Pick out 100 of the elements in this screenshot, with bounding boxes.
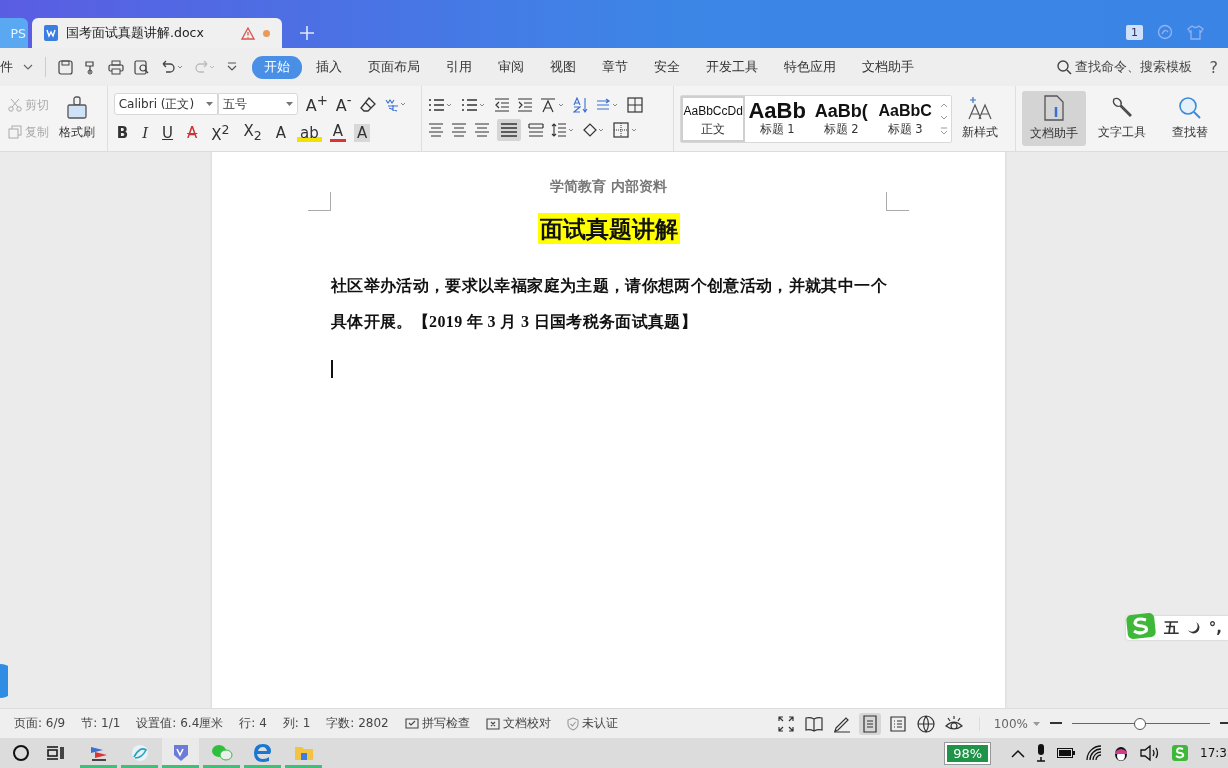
ribbon-tab[interactable]: 引用: [434, 55, 484, 79]
input-method-logo-icon: [1125, 613, 1156, 639]
ribbon-tab[interactable]: 特色应用: [772, 55, 848, 79]
document-icon: [44, 25, 58, 41]
justify-icon[interactable]: [497, 118, 522, 141]
style-option[interactable]: AaBb 标题 1: [745, 95, 810, 142]
status-text: 节: 1/1: [80, 715, 122, 732]
ribbon-tab[interactable]: 页面布局: [356, 55, 432, 79]
search-icon: [1178, 96, 1202, 120]
ribbon-tab[interactable]: 章节: [590, 55, 640, 79]
input-mode[interactable]: 五: [1163, 618, 1179, 638]
tool-button[interactable]: 查找替: [1158, 92, 1222, 145]
grow-font-button[interactable]: A$^{+}$: [305, 93, 328, 116]
new-style-button[interactable]: 新样式: [958, 92, 1003, 145]
folder-icon: [293, 744, 314, 762]
undo-icon[interactable]: [160, 60, 184, 74]
zoom-level-select[interactable]: 100%: [978, 716, 1040, 731]
print-preview-icon[interactable]: [134, 59, 150, 75]
search-circle-icon[interactable]: [12, 744, 30, 762]
ribbon-tab[interactable]: 文档助手: [850, 55, 926, 79]
format-button[interactable]: X$_{2}$: [240, 122, 265, 144]
compare-icon: [485, 717, 500, 730]
customize-icon[interactable]: [226, 62, 238, 72]
view-page-button[interactable]: [858, 712, 881, 735]
punctuation-mode[interactable]: °,: [1208, 619, 1222, 637]
format-button[interactable]: I: [139, 123, 152, 142]
speaker-icon[interactable]: [1140, 745, 1161, 761]
dropdown-icon: [285, 102, 293, 107]
sort-icon[interactable]: [573, 96, 590, 113]
battery-indicator[interactable]: 98%: [945, 742, 991, 764]
book-check-icon: [404, 717, 419, 730]
task-view-icon[interactable]: [46, 745, 64, 761]
status-button[interactable]: 文档校对: [477, 715, 559, 732]
format-button[interactable]: U: [159, 123, 177, 142]
view-web-button[interactable]: [914, 712, 937, 735]
font-size-select[interactable]: 五号: [217, 93, 298, 116]
status-text: 设置值: 6.4厘米: [135, 715, 225, 732]
unsaved-dot-icon: [263, 29, 270, 37]
floating-button[interactable]: [0, 664, 8, 698]
align-icon[interactable]: [474, 122, 491, 137]
ribbon-tab[interactable]: 审阅: [486, 55, 536, 79]
chevron-down-icon[interactable]: [23, 64, 33, 70]
format-button[interactable]: ab: [297, 123, 322, 142]
zoom-in-icon[interactable]: [1220, 722, 1228, 725]
table-icon[interactable]: [627, 96, 644, 113]
document-tab[interactable]: 国考面试真题讲解.docx: [32, 18, 282, 48]
new-tab-icon[interactable]: [300, 26, 314, 40]
print-icon[interactable]: [108, 59, 124, 75]
chevron-up-icon[interactable]: [1011, 748, 1026, 758]
status-text: 列: 1: [281, 715, 312, 732]
input-method-bar[interactable]: 五 °,: [1125, 616, 1228, 640]
file-menu[interactable]: 件: [0, 58, 13, 76]
wifi-icon[interactable]: [1086, 745, 1103, 761]
format-button[interactable]: A: [272, 123, 290, 142]
ribbon-tab[interactable]: 安全: [642, 55, 692, 79]
help-button[interactable]: ?: [1209, 57, 1218, 77]
crop-mark: [308, 192, 331, 211]
input-method-icon[interactable]: [1171, 744, 1190, 762]
eraser-icon[interactable]: [359, 97, 376, 112]
align-icon[interactable]: [451, 122, 468, 137]
ribbon-tab[interactable]: 视图: [538, 55, 588, 79]
paragraph-spacing-icon[interactable]: [551, 122, 576, 137]
style-option[interactable]: AaBbCcDd 正文: [681, 95, 746, 142]
align-icon[interactable]: [428, 122, 445, 137]
tool-button[interactable]: 文档助手: [1022, 91, 1086, 146]
account-badge[interactable]: 1: [1126, 24, 1143, 40]
text-cursor: [331, 360, 333, 378]
distribute-icon[interactable]: [528, 122, 545, 137]
format-button[interactable]: B: [113, 123, 132, 142]
zoom-out-icon[interactable]: [1050, 722, 1062, 725]
search-icon: [1056, 59, 1072, 75]
penguin-icon[interactable]: [1113, 744, 1130, 762]
clock[interactable]: 17:3: [1200, 746, 1227, 760]
style-option[interactable]: AaBbC 标题 3: [873, 95, 938, 142]
format-button[interactable]: A: [329, 123, 347, 142]
shrink-font-button[interactable]: A$^{-}$: [335, 93, 352, 116]
gallery-scroll-icon[interactable]: [939, 101, 950, 136]
format-button[interactable]: A: [354, 123, 371, 142]
ribbon-tab[interactable]: 插入: [304, 55, 354, 79]
moon-icon[interactable]: [1186, 621, 1201, 635]
status-button[interactable]: 未认证: [558, 715, 626, 732]
style-option[interactable]: AaBb( 标题 2: [809, 95, 874, 142]
tool-button[interactable]: 文字工具: [1090, 92, 1154, 145]
indent-icon[interactable]: [517, 97, 534, 112]
ribbon-tab[interactable]: 开发工具: [694, 55, 770, 79]
format-painter-button[interactable]: 格式刷: [55, 92, 99, 145]
taskbar-app[interactable]: [162, 738, 199, 768]
format-button[interactable]: A: [184, 123, 201, 142]
status-button[interactable]: 拼写检查: [396, 715, 478, 732]
zoom-slider-thumb[interactable]: [1133, 717, 1146, 730]
format-button[interactable]: X$^{2}$: [208, 121, 233, 144]
battery-icon[interactable]: [1057, 748, 1076, 758]
command-search[interactable]: 查找命令、搜索模板: [1056, 58, 1192, 76]
copy-icon: [8, 125, 22, 139]
font-select[interactable]: Calibri (正文): [113, 93, 218, 116]
outdent-icon[interactable]: [494, 97, 511, 112]
microphone-icon[interactable]: [1036, 744, 1047, 762]
crop-mark: [886, 192, 909, 211]
save-icon[interactable]: [58, 59, 73, 75]
scissors-icon: [8, 98, 22, 112]
